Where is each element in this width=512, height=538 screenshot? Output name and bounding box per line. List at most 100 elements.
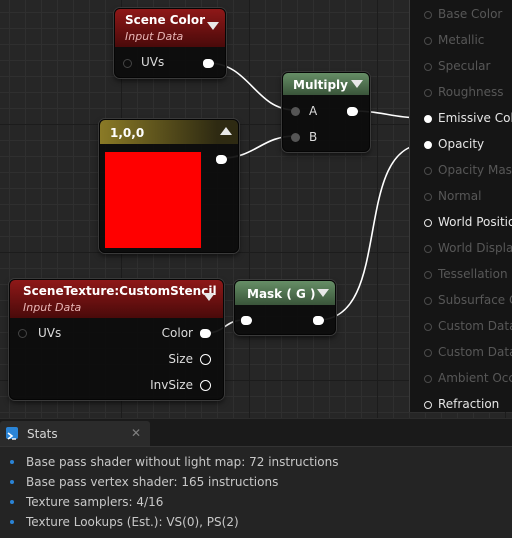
material-pin-6[interactable]: Opacity Mask <box>424 163 512 177</box>
pin-label-uvs: UVs <box>141 55 165 69</box>
material-pin-label: Emissive Color <box>438 111 512 125</box>
pin-circle-icon[interactable] <box>424 37 432 45</box>
pin-b-in[interactable] <box>291 133 300 142</box>
material-pin-label: Refraction <box>438 397 500 411</box>
node-mask-g[interactable]: Mask ( G ) <box>234 280 336 335</box>
pin-color-out[interactable] <box>200 329 211 338</box>
chevron-up-icon[interactable] <box>220 127 232 135</box>
chevron-down-icon[interactable] <box>351 80 363 88</box>
pin-size-out[interactable] <box>200 354 211 365</box>
pin-circle-icon[interactable] <box>424 323 432 331</box>
pin-circle-icon[interactable] <box>424 375 432 383</box>
stats-line-text: Texture Lookups (Est.): VS(0), PS(2) <box>26 515 239 529</box>
pin-label-b: B <box>309 130 318 144</box>
pin-circle-icon[interactable] <box>424 245 432 253</box>
material-pin-14[interactable]: Ambient Occlusion <box>424 371 512 385</box>
pin-a-in[interactable] <box>291 107 300 116</box>
material-pin-label: Roughness <box>438 85 504 99</box>
pin-circle-icon[interactable] <box>424 167 432 175</box>
material-pin-label: Opacity <box>438 137 485 151</box>
material-graph-canvas[interactable]: Scene Color Input Data UVs Multiply A B … <box>0 0 512 418</box>
node-title: SceneTexture:CustomStencil <box>23 284 217 298</box>
material-pin-label: World Displacement <box>438 241 512 255</box>
pin-mask-in[interactable] <box>241 316 252 325</box>
material-pin-11[interactable]: Subsurface Color <box>424 293 512 307</box>
chevron-down-icon[interactable] <box>317 289 329 297</box>
stats-line: Texture samplers: 4/16 <box>10 495 163 509</box>
pin-uvs-in[interactable] <box>123 59 132 68</box>
pin-circle-icon[interactable] <box>424 89 432 97</box>
pin-circle-icon[interactable] <box>424 271 432 279</box>
node-header: Mask ( G ) <box>235 281 335 305</box>
node-multiply[interactable]: Multiply A B <box>282 72 370 152</box>
close-icon[interactable]: ✕ <box>131 426 141 440</box>
node-title: Multiply <box>293 78 348 92</box>
bullet-icon <box>10 500 14 504</box>
chevron-down-icon[interactable] <box>203 293 215 301</box>
tab-label: Stats <box>27 427 58 441</box>
material-pin-9[interactable]: World Displacement <box>424 241 512 255</box>
node-constant-vector[interactable]: 1,0,0 <box>99 119 239 253</box>
pin-circle-icon[interactable] <box>424 401 432 409</box>
bullet-icon <box>10 460 14 464</box>
material-pin-3[interactable]: Roughness <box>424 85 503 99</box>
material-pin-4[interactable]: Emissive Color <box>424 111 512 125</box>
material-pin-label: Normal <box>438 189 482 203</box>
stats-line: Texture Lookups (Est.): VS(0), PS(2) <box>10 515 239 529</box>
pin-circle-icon[interactable] <box>424 11 432 19</box>
material-pin-10[interactable]: Tessellation Multiplier <box>424 267 512 281</box>
stats-line-text: Texture samplers: 4/16 <box>26 495 164 509</box>
pin-label-color: Color <box>161 326 193 340</box>
pin-constant-out[interactable] <box>216 155 227 164</box>
pin-scene-color-out[interactable] <box>203 59 214 68</box>
material-pin-5[interactable]: Opacity <box>424 137 484 151</box>
pin-label-size: Size <box>168 352 193 366</box>
material-pin-label: Opacity Mask <box>438 163 512 177</box>
pin-circle-icon[interactable] <box>424 115 432 123</box>
material-pin-label: Subsurface Color <box>438 293 512 307</box>
material-pin-label: Metallic <box>438 33 485 47</box>
stats-line: Base pass shader without light map: 72 i… <box>10 455 339 469</box>
node-scene-texture[interactable]: SceneTexture:CustomStencil Input Data UV… <box>9 279 224 400</box>
tab-stats[interactable]: Stats ✕ <box>0 421 150 447</box>
stats-icon <box>6 427 18 440</box>
material-pin-label: Ambient Occlusion <box>438 371 512 385</box>
chevron-down-icon[interactable] <box>207 22 219 30</box>
pin-multiply-out[interactable] <box>347 107 358 116</box>
material-pin-label: Tessellation Multiplier <box>438 267 512 281</box>
material-result-node[interactable]: Base Color Metallic Specular Roughness Emiss… <box>409 0 512 412</box>
pin-circle-icon[interactable] <box>424 349 432 357</box>
pin-circle-icon[interactable] <box>424 141 432 149</box>
stats-line-text: Base pass shader without light map: 72 i… <box>26 455 339 469</box>
material-pin-1[interactable]: Metallic <box>424 33 484 47</box>
pin-mask-out[interactable] <box>313 316 324 325</box>
node-scene-color[interactable]: Scene Color Input Data UVs <box>114 8 226 78</box>
node-header: SceneTexture:CustomStencil Input Data <box>10 280 223 318</box>
pin-uvs-in[interactable] <box>18 329 27 338</box>
stats-body: Base pass shader without light map: 72 i… <box>0 446 512 538</box>
material-pin-13[interactable]: Custom Data 1 <box>424 345 512 359</box>
pin-label-uvs: UVs <box>38 326 62 340</box>
stats-tab-bar: Stats ✕ <box>0 418 512 447</box>
material-pin-12[interactable]: Custom Data 0 <box>424 319 512 333</box>
material-pin-2[interactable]: Specular <box>424 59 490 73</box>
pin-circle-icon[interactable] <box>424 193 432 201</box>
material-pin-label: Custom Data 0 <box>438 319 512 333</box>
material-pin-0[interactable]: Base Color <box>424 7 502 21</box>
stats-panel: Stats ✕ Base pass shader without light m… <box>0 418 512 538</box>
pin-circle-icon[interactable] <box>424 63 432 71</box>
node-header: Scene Color Input Data <box>115 9 225 47</box>
pin-circle-icon[interactable] <box>424 219 432 227</box>
pin-invsize-out[interactable] <box>200 380 211 391</box>
pin-label-invsize: InvSize <box>150 378 193 392</box>
pin-label-a: A <box>309 104 318 118</box>
material-pin-label: World Position <box>438 215 512 229</box>
material-pin-8[interactable]: World Position <box>424 215 512 229</box>
node-header: Multiply <box>283 73 369 95</box>
pin-circle-icon[interactable] <box>424 297 432 305</box>
material-pin-label: Base Color <box>438 7 503 21</box>
node-title: Mask ( G ) <box>247 287 316 301</box>
node-subtitle: Input Data <box>125 30 184 43</box>
material-pin-7[interactable]: Normal <box>424 189 481 203</box>
material-pin-15[interactable]: Refraction <box>424 397 499 411</box>
